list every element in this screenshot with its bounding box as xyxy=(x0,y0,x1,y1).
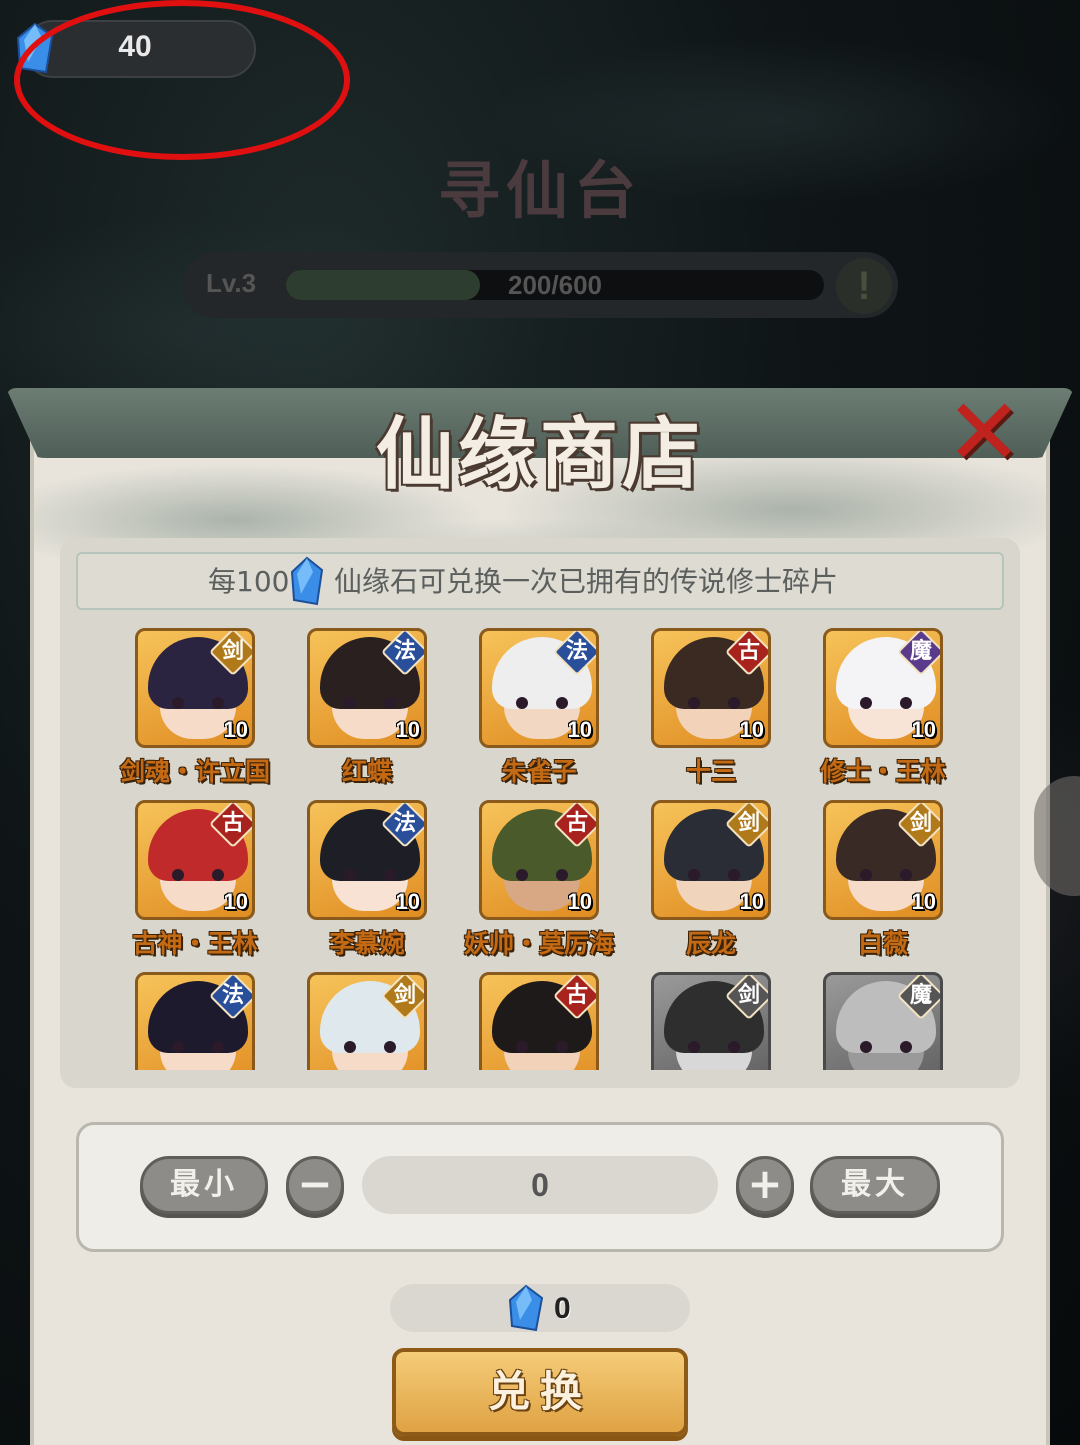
level-progress-text: 200/600 xyxy=(508,270,602,300)
hero-eyes xyxy=(172,869,224,881)
hero-eyes xyxy=(688,697,740,709)
hero-eyes xyxy=(516,697,568,709)
hero-class-label: 剑 xyxy=(221,639,244,664)
hero-class-label: 魔 xyxy=(909,983,932,1008)
exchange-button[interactable]: 兑换 xyxy=(392,1348,688,1436)
hero-card[interactable]: 剑 10 辰龙 xyxy=(616,800,796,960)
hero-class-label: 法 xyxy=(565,639,588,664)
gem-icon xyxy=(290,556,324,606)
exclamation-icon[interactable]: ! xyxy=(836,258,892,314)
hero-eyes xyxy=(688,869,740,881)
hero-fragment-count: 10 xyxy=(739,717,764,742)
hero-eyes xyxy=(344,869,396,881)
hero-card[interactable]: 剑 xyxy=(272,972,452,1070)
hero-portrait: 法 xyxy=(135,972,255,1070)
hero-class-label: 剑 xyxy=(737,811,760,836)
cost-amount: 0 xyxy=(554,1292,571,1325)
hero-fragment-count: 10 xyxy=(911,717,936,742)
hero-card[interactable]: 法 xyxy=(100,972,280,1070)
shop-title: 仙缘商店 xyxy=(375,409,704,500)
max-button[interactable]: 最大 xyxy=(810,1156,940,1214)
gem-icon xyxy=(508,1284,544,1332)
hero-fragment-count: 10 xyxy=(223,717,248,742)
hero-eyes xyxy=(860,697,912,709)
hero-name: 白薇 xyxy=(857,929,908,958)
hero-name: 十三 xyxy=(685,757,736,786)
hero-name: 红蝶 xyxy=(341,757,392,786)
hero-class-label: 剑 xyxy=(737,983,760,1008)
hero-portrait: 古 10 xyxy=(479,800,599,920)
hero-card[interactable]: 剑 10 剑魂・许立国 xyxy=(100,628,280,788)
hero-eyes xyxy=(516,869,568,881)
hero-portrait: 法 10 xyxy=(479,628,599,748)
notice-prefix: 每100 xyxy=(208,565,290,598)
hero-class-label: 魔 xyxy=(909,639,932,664)
hero-class-label: 剑 xyxy=(909,811,932,836)
hero-card[interactable]: 魔 xyxy=(788,972,968,1070)
hero-eyes xyxy=(516,1041,568,1053)
hero-name: 辰龙 xyxy=(685,929,736,958)
hero-class-label: 古 xyxy=(565,811,588,836)
hero-card[interactable]: 法 10 红蝶 xyxy=(272,628,452,788)
hero-card[interactable]: 古 10 妖帅・莫厉海 xyxy=(444,800,624,960)
hero-fragment-count: 10 xyxy=(911,889,936,914)
hero-eyes xyxy=(172,697,224,709)
hero-eyes xyxy=(172,1041,224,1053)
hero-name: 朱雀子 xyxy=(501,757,577,786)
hero-class-label: 法 xyxy=(393,639,416,664)
hero-card[interactable]: 古 xyxy=(444,972,624,1070)
close-icon[interactable]: ✕ xyxy=(944,387,1024,479)
hero-name: 古神・王林 xyxy=(132,929,258,958)
hero-name: 妖帅・莫厉海 xyxy=(463,929,614,958)
hero-portrait: 法 10 xyxy=(307,800,427,920)
hero-class-label: 古 xyxy=(565,983,588,1008)
hero-class-label: 法 xyxy=(393,811,416,836)
hero-card[interactable]: 法 10 朱雀子 xyxy=(444,628,624,788)
hero-fragment-count: 10 xyxy=(223,889,248,914)
hero-card[interactable]: 魔 10 修士・王林 xyxy=(788,628,968,788)
level-label: Lv.3 xyxy=(206,268,257,298)
min-button[interactable]: 最小 xyxy=(140,1156,268,1214)
hero-eyes xyxy=(688,1041,740,1053)
quantity-field[interactable]: 0 xyxy=(362,1156,718,1214)
hero-class-label: 法 xyxy=(221,983,244,1008)
hero-portrait: 古 10 xyxy=(135,800,255,920)
notice-text: 仙缘石可兑换一次已拥有的传说修士碎片 xyxy=(334,565,839,598)
hero-fragment-count: 10 xyxy=(395,889,420,914)
hero-fragment-count: 10 xyxy=(395,717,420,742)
hero-name: 李慕婉 xyxy=(329,929,405,958)
minus-button[interactable]: − xyxy=(286,1156,344,1214)
hero-portrait: 剑 10 xyxy=(135,628,255,748)
hero-name: 修士・王林 xyxy=(820,757,946,786)
hero-card[interactable]: 剑 10 白薇 xyxy=(788,800,968,960)
hero-class-label: 古 xyxy=(221,811,244,836)
hero-portrait: 魔 10 xyxy=(823,628,943,748)
annotation-circle xyxy=(14,0,350,160)
hero-name: 剑魂・许立国 xyxy=(119,757,270,786)
hero-eyes xyxy=(860,869,912,881)
hero-eyes xyxy=(344,697,396,709)
hero-portrait: 古 10 xyxy=(651,628,771,748)
hero-fragment-count: 10 xyxy=(567,717,592,742)
plus-button[interactable]: + xyxy=(736,1156,794,1214)
hero-card[interactable]: 法 10 李慕婉 xyxy=(272,800,452,960)
hero-fragment-count: 10 xyxy=(739,889,764,914)
hero-portrait: 古 xyxy=(479,972,599,1070)
hero-portrait: 剑 10 xyxy=(823,800,943,920)
hero-eyes xyxy=(860,1041,912,1053)
side-decoration xyxy=(1034,776,1080,896)
hero-fragment-count: 10 xyxy=(567,889,592,914)
hero-card[interactable]: 古 10 古神・王林 xyxy=(100,800,280,960)
hero-portrait: 剑 xyxy=(651,972,771,1070)
hero-portrait: 法 10 xyxy=(307,628,427,748)
hero-class-label: 古 xyxy=(737,639,760,664)
hero-grid: 剑 10 剑魂・许立国法 10 红蝶法 10 朱雀子古 10 十三魔 10 修士・王林古 10 古神・王… xyxy=(100,628,980,1070)
hero-portrait: 剑 10 xyxy=(651,800,771,920)
hero-card[interactable]: 剑 xyxy=(616,972,796,1070)
hero-eyes xyxy=(344,1041,396,1053)
hero-portrait: 剑 xyxy=(307,972,427,1070)
hero-portrait: 魔 xyxy=(823,972,943,1070)
hero-card[interactable]: 古 10 十三 xyxy=(616,628,796,788)
hero-class-label: 剑 xyxy=(393,983,416,1008)
